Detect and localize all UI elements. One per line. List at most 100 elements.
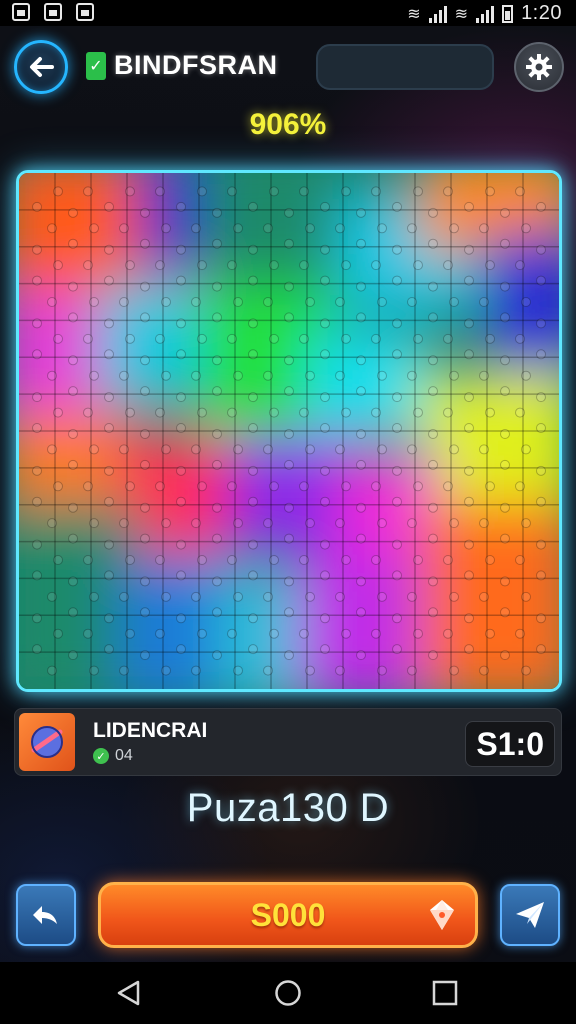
piece-tab	[155, 186, 165, 197]
piece-tab	[428, 607, 438, 618]
piece-tab	[269, 628, 279, 639]
settings-button[interactable]	[514, 42, 564, 92]
piece-tab	[377, 665, 387, 676]
piece-tab	[299, 186, 309, 197]
piece-tab	[125, 481, 135, 492]
piece-tab	[485, 481, 495, 492]
piece-tab	[125, 260, 135, 271]
piece-tab	[68, 533, 78, 544]
piece-tab	[464, 570, 474, 581]
piece-tab	[89, 370, 99, 381]
piece-tab	[269, 407, 279, 418]
piece-tab	[140, 459, 150, 470]
piece-tab	[500, 459, 510, 470]
puzzle-board[interactable]	[16, 170, 562, 692]
puzzle-info-card[interactable]: LIDENCRAI ✓ 04 S1:0	[14, 708, 562, 776]
piece-tab	[212, 355, 222, 366]
piece-tab	[83, 260, 93, 271]
piece-tab	[83, 628, 93, 639]
piece-tab	[392, 496, 402, 507]
piece-tab	[176, 613, 186, 624]
piece-tab	[485, 333, 495, 344]
piece-tab	[392, 570, 402, 581]
piece-tab	[68, 576, 78, 587]
piece-tab	[140, 502, 150, 513]
piece-tab	[479, 518, 489, 529]
piece-tab	[464, 392, 474, 403]
primary-action-label: S000	[250, 897, 326, 933]
piece-tab	[227, 407, 237, 418]
piece-tab	[161, 297, 171, 307]
send-button[interactable]	[500, 884, 560, 946]
piece-tab	[335, 297, 345, 307]
piece-tab	[341, 260, 351, 271]
piece-tab	[284, 429, 294, 439]
piece-tab	[299, 555, 309, 565]
piece-tab	[68, 281, 78, 292]
piece-tab	[176, 275, 186, 286]
piece-tab	[356, 459, 366, 470]
piece-tab	[320, 244, 330, 255]
square-recent-icon[interactable]	[430, 978, 460, 1008]
piece-tab	[119, 518, 129, 529]
piece-tab	[140, 238, 150, 249]
piece-tab	[449, 518, 459, 529]
piece-tab	[500, 502, 510, 513]
puzzle-canvas[interactable]	[19, 173, 559, 689]
piece-tab	[392, 349, 402, 360]
puzzle-info-title: LIDENCRAI	[93, 719, 208, 742]
piece-tab	[407, 518, 417, 529]
piece-tab	[449, 223, 459, 234]
piece-tab	[320, 613, 330, 624]
piece-tab	[191, 370, 201, 381]
search-field[interactable]	[316, 44, 494, 90]
piece-tab	[428, 312, 438, 323]
share-button[interactable]	[16, 884, 76, 946]
piece-tab	[392, 201, 402, 212]
battery-icon	[502, 4, 514, 23]
piece-tab	[320, 423, 330, 433]
piece-tab	[32, 318, 42, 329]
circle-home-icon[interactable]	[273, 978, 303, 1008]
piece-tab	[155, 333, 165, 344]
piece-tab	[104, 423, 114, 433]
piece-tab	[464, 496, 474, 507]
piece-tab	[485, 628, 495, 639]
piece-tab	[161, 591, 171, 602]
piece-tab	[68, 386, 78, 397]
back-button[interactable]	[14, 40, 68, 94]
piece-tab	[119, 591, 129, 602]
piece-tab	[227, 628, 237, 639]
piece-tab	[248, 392, 258, 403]
triangle-back-icon[interactable]	[114, 978, 144, 1008]
piece-tab	[521, 444, 531, 455]
piece-tab	[464, 613, 474, 624]
piece-tab	[356, 281, 366, 292]
piece-tab	[428, 207, 438, 218]
piece-tab	[341, 481, 351, 492]
piece-tab	[443, 481, 453, 492]
piece-tab	[212, 207, 222, 218]
piece-tab	[89, 591, 99, 602]
piece-tab	[227, 260, 237, 271]
piece-tab	[83, 555, 93, 565]
piece-tab	[176, 244, 186, 255]
piece-tab	[536, 392, 546, 403]
piece-tab	[233, 297, 243, 307]
piece-tab	[377, 223, 387, 234]
piece-tab	[536, 201, 546, 212]
piece-tab	[371, 333, 381, 344]
piece-tab	[464, 349, 474, 360]
piece-tab	[284, 607, 294, 618]
piece-tab	[125, 628, 135, 639]
piece-tab	[32, 613, 42, 624]
piece-tab	[191, 297, 201, 307]
piece-tab	[449, 370, 459, 381]
piece-tab	[299, 481, 309, 492]
piece-tab	[47, 665, 57, 676]
piece-tab	[176, 201, 186, 212]
score-badge: S1:0	[465, 721, 555, 767]
primary-action-button[interactable]: S000	[98, 882, 478, 948]
piece-tab	[212, 607, 222, 618]
puzzle-thumbnail	[19, 713, 75, 771]
